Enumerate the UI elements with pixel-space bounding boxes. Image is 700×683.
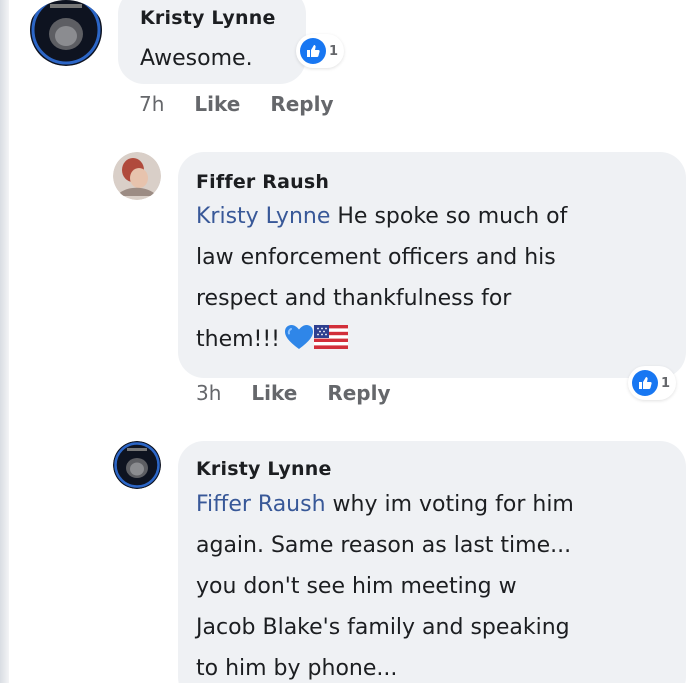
- like-button[interactable]: Like: [251, 381, 297, 405]
- comment-line: them!!!: [196, 327, 280, 352]
- comment-line: He spoke so much of: [330, 204, 568, 229]
- comment-thread: Kristy Lynne Awesome. 1 7h Like Reply Fiff…: [0, 0, 700, 683]
- avatar-fiffer-raush[interactable]: [113, 152, 161, 200]
- comment-line: why im voting for him: [325, 492, 574, 517]
- like-button[interactable]: Like: [194, 92, 240, 116]
- comment-line: Jacob Blake's family and speaking: [196, 615, 570, 640]
- comment-actions: 7h Like Reply: [139, 92, 364, 116]
- comment-line: to him by phone...: [196, 656, 398, 681]
- comment-line: law enforcement officers and his: [196, 245, 556, 270]
- comment-timestamp[interactable]: 7h: [139, 92, 164, 116]
- reply-button[interactable]: Reply: [270, 92, 333, 116]
- us-flag-icon: [314, 324, 348, 349]
- reaction-summary[interactable]: 1: [296, 34, 345, 68]
- reaction-summary[interactable]: 1: [628, 366, 677, 400]
- comment-author[interactable]: Kristy Lynne: [140, 7, 276, 29]
- comment-author[interactable]: Fiffer Raush: [196, 171, 329, 193]
- comment-text: Kristy Lynne He spoke so much of law enf…: [196, 196, 567, 361]
- avatar-kristy-lynne[interactable]: [28, 0, 104, 66]
- thumbs-up-icon: [632, 370, 658, 396]
- mention-link[interactable]: Fiffer Raush: [196, 492, 326, 517]
- mention-link[interactable]: Kristy Lynne: [196, 204, 330, 229]
- comment-actions: 3h Like Reply: [196, 381, 421, 405]
- comment-text: Fiffer Raush why im voting for him again…: [196, 484, 574, 683]
- reaction-count: 1: [329, 43, 339, 59]
- comment-line: respect and thankfulness for: [196, 286, 512, 311]
- comment-line: Awesome.: [140, 46, 253, 71]
- comment-line: again. Same reason as last time...: [196, 533, 572, 558]
- reply-button[interactable]: Reply: [327, 381, 390, 405]
- comment-timestamp[interactable]: 3h: [196, 381, 221, 405]
- avatar-kristy-lynne[interactable]: [113, 441, 161, 489]
- comment-line: you don't see him meeting w: [196, 574, 517, 599]
- comment-author[interactable]: Kristy Lynne: [196, 458, 332, 480]
- window-edge: [0, 0, 9, 683]
- blue-heart-icon: [285, 324, 313, 349]
- thumbs-up-icon: [300, 38, 326, 64]
- reaction-count: 1: [661, 375, 671, 391]
- comment-text: Awesome.: [140, 38, 253, 79]
